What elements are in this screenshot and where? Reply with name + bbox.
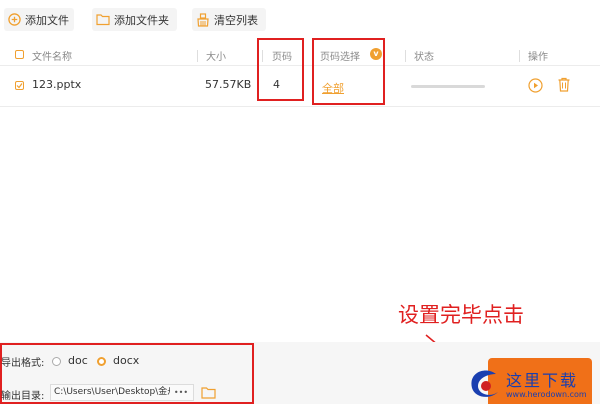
- broom-icon: [197, 12, 209, 27]
- watermark-text: 这里下载: [506, 371, 579, 390]
- header-actions: 操作: [528, 52, 548, 63]
- add-folder-label: 添加文件夹: [114, 13, 169, 27]
- check-icon: [16, 83, 23, 89]
- highlight-page-select-column: [312, 38, 385, 105]
- annotation-text: 设置完毕点击: [398, 303, 524, 327]
- plus-circle-icon: [8, 13, 21, 26]
- output-dir-label: 输出目录:: [1, 391, 45, 402]
- add-file-button[interactable]: 添加文件: [4, 8, 74, 31]
- option-docx-label[interactable]: docx: [113, 354, 139, 367]
- header-status: 状态: [414, 52, 434, 63]
- header-separator: [197, 50, 198, 62]
- header-size: 大小: [206, 52, 226, 63]
- row-checkbox[interactable]: [15, 81, 24, 90]
- add-file-label: 添加文件: [25, 13, 69, 27]
- option-doc-label[interactable]: doc: [68, 354, 88, 367]
- radio-doc[interactable]: [52, 357, 61, 366]
- play-icon[interactable]: [528, 78, 543, 93]
- watermark-emblem-icon: [471, 370, 498, 397]
- select-all-checkbox[interactable]: [15, 50, 24, 59]
- watermark-logo: 这里下载 www.herodown.com: [462, 364, 600, 404]
- row-filename: 123.pptx: [32, 78, 82, 91]
- header-separator: [405, 50, 406, 62]
- highlight-pages-column: [257, 38, 304, 101]
- clear-list-button[interactable]: 清空列表: [192, 8, 266, 31]
- radio-docx[interactable]: [97, 357, 106, 366]
- output-path-value: C:\Users\User\Desktop\金舟: [54, 387, 177, 397]
- folder-icon: [96, 14, 110, 26]
- row-divider: [0, 106, 600, 107]
- clear-list-label: 清空列表: [214, 13, 258, 27]
- header-filename: 文件名称: [32, 52, 72, 63]
- browse-more-button[interactable]: •••: [170, 386, 192, 399]
- header-separator: [519, 50, 520, 62]
- folder-icon[interactable]: [201, 386, 216, 399]
- add-folder-button[interactable]: 添加文件夹: [92, 8, 177, 31]
- format-label: 导出格式:: [1, 358, 45, 369]
- row-size: 57.57KB: [205, 78, 252, 91]
- watermark-url: www.herodown.com: [506, 390, 587, 399]
- trash-icon[interactable]: [557, 77, 571, 92]
- progress-bar: [411, 85, 485, 88]
